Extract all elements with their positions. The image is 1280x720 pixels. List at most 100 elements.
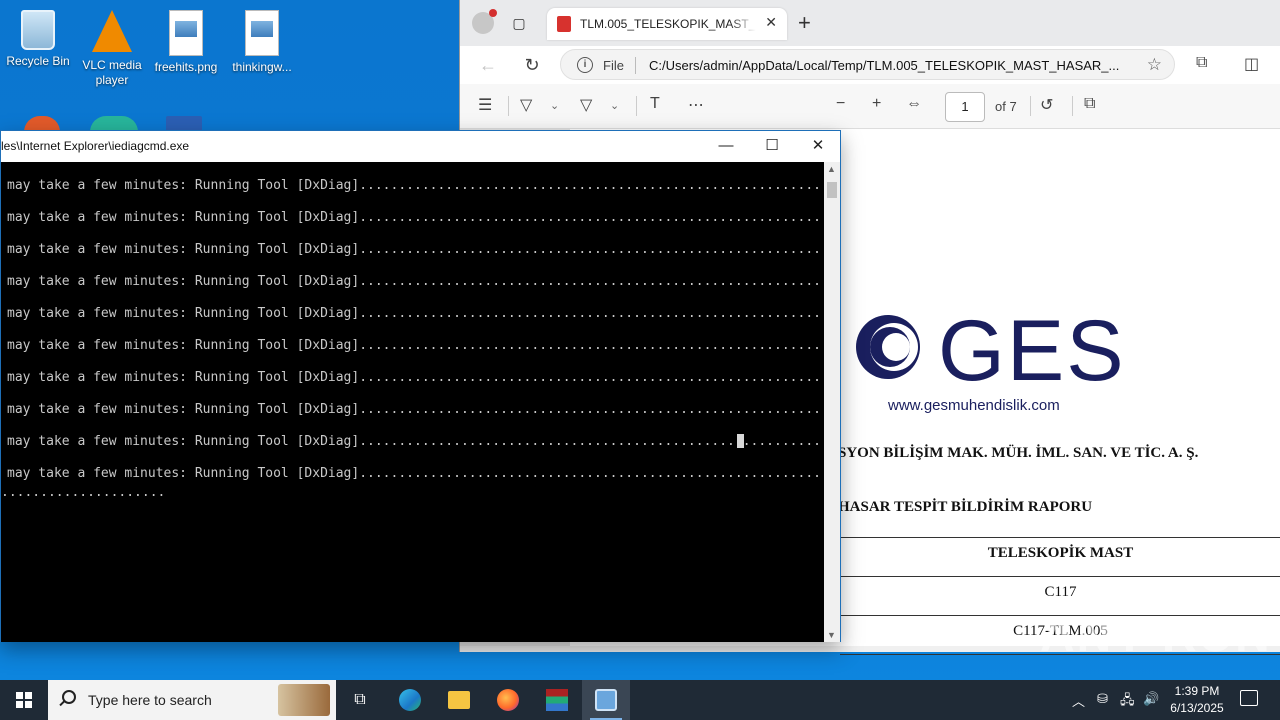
new-tab-icon[interactable]: + xyxy=(798,10,811,36)
folder-icon xyxy=(448,691,470,709)
url-input[interactable]: i File C:/Users/admin/AppData/Local/Temp… xyxy=(560,49,1175,80)
start-button[interactable] xyxy=(0,680,48,720)
address-bar: ← ↻ i File C:/Users/admin/AppData/Local/… xyxy=(460,46,1280,84)
image-file-icon xyxy=(169,10,203,56)
extensions-icon[interactable]: ⧉ xyxy=(1196,54,1207,72)
console-title: les\Internet Explorer\iediagcmd.exe xyxy=(1,139,190,153)
ges-logo-icon xyxy=(856,315,920,379)
console-line: may take a few minutes: Running Tool [Dx… xyxy=(7,338,825,353)
volume-icon[interactable]: 🔊 xyxy=(1143,691,1159,707)
recycle-bin-icon xyxy=(21,10,55,50)
notifications-icon[interactable] xyxy=(1240,690,1258,706)
winrar-icon xyxy=(546,689,568,711)
url-text: C:/Users/admin/AppData/Local/Temp/TLM.00… xyxy=(649,58,1120,73)
scroll-up-icon[interactable]: ▲ xyxy=(827,164,836,174)
desktop-icon-freehits[interactable]: freehits.png xyxy=(150,4,222,75)
zoom-in-icon[interactable]: + xyxy=(872,95,881,113)
chevron-down-icon[interactable]: ⌄ xyxy=(610,99,619,112)
scroll-down-icon[interactable]: ▼ xyxy=(827,630,836,640)
draw-icon[interactable]: ▽ xyxy=(580,95,592,115)
taskbar-search[interactable]: Type here to search xyxy=(48,680,336,720)
page-view-icon[interactable]: ⧉ xyxy=(1084,95,1095,113)
text-box-icon[interactable]: T xyxy=(650,95,660,113)
scroll-thumb[interactable] xyxy=(827,182,837,198)
highlight-icon[interactable]: ▽ xyxy=(520,95,532,115)
console-line: may take a few minutes: Running Tool [Dx… xyxy=(7,306,825,321)
taskbar-iediag[interactable] xyxy=(582,680,630,720)
show-hidden-icons-icon[interactable]: ︿ xyxy=(1072,691,1085,710)
minimize-icon[interactable]: — xyxy=(711,135,741,159)
desktop-icon-label: VLC media player xyxy=(82,58,142,87)
vertical-scrollbar[interactable]: ▲ ▼ xyxy=(824,162,840,642)
console-line: may take a few minutes: Running Tool [Dx… xyxy=(7,274,825,289)
favorite-star-icon[interactable]: ☆ xyxy=(1147,55,1162,75)
contents-icon[interactable]: ☰ xyxy=(478,95,492,115)
desktop-icon-label: thinkingw... xyxy=(232,60,292,74)
taskbar-firefox[interactable] xyxy=(484,680,532,720)
report-title: HASAR TESPİT BİLDİRİM RAPORU xyxy=(838,499,1093,515)
console-window: les\Internet Explorer\iediagcmd.exe — ☐ … xyxy=(0,130,841,642)
close-tab-icon[interactable]: ✕ xyxy=(765,14,777,31)
desktop-icon-recycle-bin[interactable]: Recycle Bin xyxy=(2,4,74,69)
divider xyxy=(1072,96,1073,116)
console-app-icon xyxy=(595,689,617,711)
rotate-icon[interactable]: ↺ xyxy=(1040,95,1053,115)
edge-icon xyxy=(399,689,421,711)
task-view-button[interactable]: ⧉ xyxy=(336,680,384,720)
watermark-text: ANY RUN xyxy=(1040,609,1272,662)
tab-bar: ▢ TLM.005_TELESKOPIK_MAST_HAS ✕ + xyxy=(460,0,1280,46)
desktop-icon-label: Recycle Bin xyxy=(6,54,70,68)
firefox-icon xyxy=(497,689,519,711)
more-icon[interactable]: ⋯ xyxy=(688,95,704,115)
refresh-icon[interactable]: ↻ xyxy=(522,55,542,76)
clock[interactable]: 1:39 PM 6/13/2025 xyxy=(1160,683,1234,717)
fit-width-icon[interactable]: ⇔ xyxy=(906,95,922,113)
console-title-bar[interactable]: les\Internet Explorer\iediagcmd.exe — ☐ … xyxy=(1,131,840,162)
tab-actions-icon[interactable]: ▢ xyxy=(510,14,528,32)
split-screen-icon[interactable]: ◫ xyxy=(1244,54,1259,74)
close-icon[interactable]: ✕ xyxy=(803,135,833,159)
tab-title: TLM.005_TELESKOPIK_MAST_HAS xyxy=(580,17,756,31)
search-placeholder: Type here to search xyxy=(88,692,212,708)
zoom-out-icon[interactable]: − xyxy=(836,95,845,113)
divider xyxy=(1030,96,1031,116)
console-line: may take a few minutes: Running Tool [Dx… xyxy=(7,402,825,417)
logo-url: www.gesmuhendislik.com xyxy=(888,397,1060,414)
divider xyxy=(635,57,636,74)
search-highlight-image xyxy=(278,684,330,716)
pdf-icon xyxy=(557,16,571,32)
pdf-toolbar: ☰ ▽ ⌄ ▽ ⌄ T ⋯ − + ⇔ 1 of 7 ↺ ⧉ xyxy=(460,84,1280,129)
info-icon[interactable]: i xyxy=(577,57,593,73)
url-scheme: File xyxy=(603,58,624,73)
taskbar-explorer[interactable] xyxy=(435,680,483,720)
back-icon[interactable]: ← xyxy=(478,55,498,76)
profile-avatar[interactable] xyxy=(472,9,497,34)
task-view-icon: ⧉ xyxy=(354,691,366,708)
page-number-input[interactable]: 1 xyxy=(945,92,985,122)
taskbar-edge[interactable] xyxy=(386,680,434,720)
network-icon[interactable]: 🖧 xyxy=(1120,691,1135,713)
search-icon xyxy=(62,690,76,704)
desktop-icon-label: freehits.png xyxy=(154,60,218,74)
page-total: of 7 xyxy=(995,99,1017,114)
console-trailing: ..................... xyxy=(1,485,166,500)
network-drive-icon[interactable]: ⛁ xyxy=(1097,691,1108,707)
console-output[interactable]: may take a few minutes: Running Tool [Dx… xyxy=(1,162,825,642)
desktop-icon-vlc[interactable]: VLC media player xyxy=(76,4,148,88)
console-line: may take a few minutes: Running Tool [Dx… xyxy=(7,242,825,257)
taskbar-winrar[interactable] xyxy=(533,680,581,720)
table-row: TELESKOPİK MAST xyxy=(840,538,1280,577)
console-cursor xyxy=(737,434,744,448)
logo-text: GES xyxy=(938,303,1126,399)
clock-date: 6/13/2025 xyxy=(1170,701,1224,715)
console-line: may take a few minutes: Running Tool [Dx… xyxy=(7,178,825,193)
chevron-down-icon[interactable]: ⌄ xyxy=(550,99,559,112)
windows-logo-icon xyxy=(16,692,32,708)
console-line: may take a few minutes: Running Tool [Dx… xyxy=(7,434,825,449)
tab-pdf[interactable]: TLM.005_TELESKOPIK_MAST_HAS ✕ xyxy=(547,8,787,40)
console-line: may take a few minutes: Running Tool [Dx… xyxy=(7,210,825,225)
maximize-icon[interactable]: ☐ xyxy=(757,135,787,159)
console-line: may take a few minutes: Running Tool [Dx… xyxy=(7,466,825,481)
divider xyxy=(636,96,637,116)
desktop-icon-thinkingw[interactable]: thinkingw... xyxy=(226,4,298,75)
